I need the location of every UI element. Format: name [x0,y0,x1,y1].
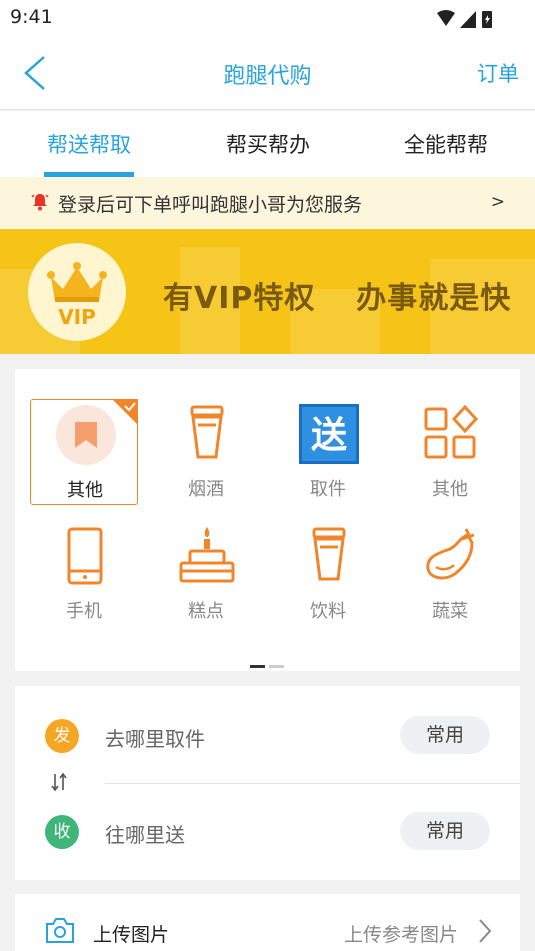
category-grid: 其他 烟酒 送 取件 其他 手机 糕点 饮料 蔬菜 [15,369,520,671]
category-vegetables[interactable]: 蔬菜 [396,521,504,627]
vip-banner[interactable]: VIP 有VIP特权 办事就是快 [0,229,535,354]
crown-icon [47,262,107,302]
eggplant-icon [426,528,475,580]
drink-icon [312,527,346,581]
delivery-badge: 收 [45,815,79,849]
nav-bar: 跑腿代购 订单 [0,36,535,110]
category-label: 取件 [310,479,346,500]
bell-icon [30,192,50,216]
tab-all-help[interactable]: 全能帮帮 [376,129,516,159]
vip-slogan-part2: 办事就是快 [356,281,512,316]
swap-icon[interactable] [51,772,67,796]
tab-send-fetch[interactable]: 帮送帮取 [19,129,159,159]
cup-icon [190,405,224,459]
pickup-address-row[interactable]: 发 去哪里取件 常用 [15,716,520,756]
category-pastry[interactable]: 糕点 [152,521,260,627]
vip-label: VIP [58,305,96,329]
upload-label: 上传图片 [93,924,170,946]
upload-row[interactable]: 上传图片 上传参考图片 [15,894,520,951]
upload-hint: 上传参考图片 [343,924,458,946]
status-icons [435,8,497,34]
page-title: 跑腿代购 [223,64,312,89]
pickup-address-input[interactable]: 去哪里取件 [105,723,205,752]
category-label: 手机 [66,601,102,622]
category-label: 糕点 [188,601,224,622]
category-label: 其他 [67,480,103,501]
tab-buy-handle[interactable]: 帮买帮办 [198,129,338,159]
page-indicator [250,653,288,672]
vip-slogan: 有VIP特权 办事就是快 [163,273,511,317]
orders-link[interactable]: 订单 [477,58,519,88]
status-time: 9:41 [10,6,53,28]
phone-icon [67,527,103,585]
status-bar: 9:41 [0,0,535,36]
check-corner-icon [112,399,138,425]
camera-icon [45,916,75,948]
svg-text:送: 送 [311,415,347,456]
category-label: 其他 [432,479,468,500]
pickup-common-button[interactable]: 常用 [400,716,490,754]
category-label: 烟酒 [188,479,224,500]
notice-text: 登录后可下单呼叫跑腿小哥为您服务 [58,194,363,216]
delivery-common-button[interactable]: 常用 [400,812,490,850]
vip-slogan-part1: 有VIP特权 [163,281,316,316]
grid-icon [424,404,479,459]
page-dot [269,665,284,668]
category-pickup[interactable]: 送 取件 [274,399,382,505]
page-dot-active [250,665,265,668]
category-phone[interactable]: 手机 [30,521,138,627]
cake-icon [179,527,235,583]
login-notice[interactable]: 登录后可下单呼叫跑腿小哥为您服务 > [0,177,535,229]
tab-bar: 帮送帮取 帮买帮办 全能帮帮 [0,111,535,177]
delivery-icon: 送 [299,404,359,464]
delivery-address-row[interactable]: 收 往哪里送 常用 [15,812,520,852]
category-other[interactable]: 其他 [396,399,504,505]
address-card: 发 去哪里取件 常用 收 往哪里送 常用 [15,686,520,880]
notice-arrow-icon: > [490,192,505,212]
category-tobacco-alcohol[interactable]: 烟酒 [152,399,260,505]
category-label: 蔬菜 [432,601,468,622]
delivery-address-input[interactable]: 往哪里送 [105,819,185,848]
vip-badge: VIP [28,243,126,341]
pickup-badge: 发 [45,719,79,753]
category-drinks[interactable]: 饮料 [274,521,382,627]
address-divider [105,783,520,784]
category-label: 饮料 [310,601,346,622]
bookmark-icon [56,405,116,465]
category-other-selected[interactable]: 其他 [30,399,138,505]
chevron-right-icon [478,918,492,948]
